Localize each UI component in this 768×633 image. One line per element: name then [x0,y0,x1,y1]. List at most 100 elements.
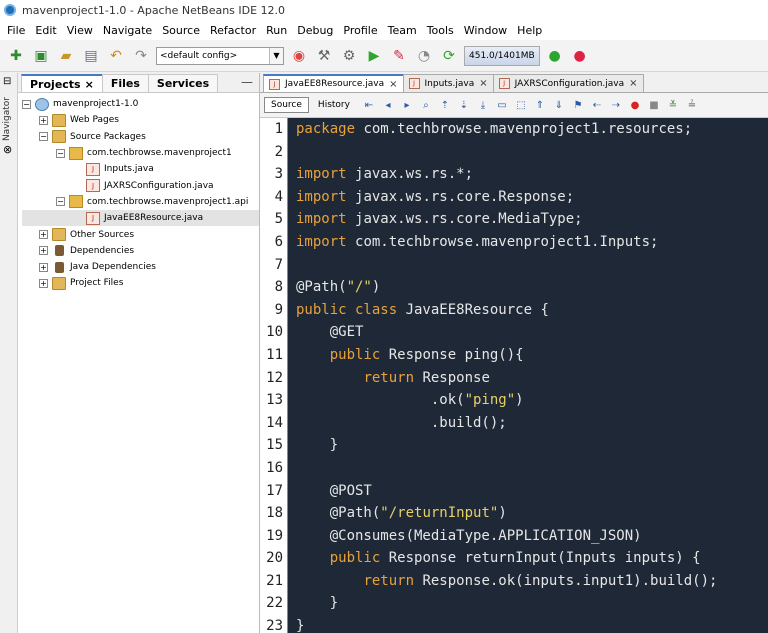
find-icon[interactable]: ⌕ [419,98,433,112]
tree-node[interactable]: + Web Pages [22,112,259,128]
clean-build-icon[interactable]: ⚙ [339,46,359,66]
navigator-label[interactable]: Navigator [2,97,12,141]
collapse-icon[interactable]: − [56,197,65,207]
gc-stop-icon[interactable]: ● [570,46,590,66]
back-icon[interactable]: ◂ [381,98,395,112]
code-line[interactable] [296,141,768,164]
tree-node[interactable]: + Dependencies [22,243,259,259]
code-line[interactable]: public Response returnInput(Inputs input… [296,547,768,570]
save-all-icon[interactable]: ▤ [81,46,101,66]
expand-icon[interactable]: + [39,246,48,256]
profile-icon[interactable]: ◔ [414,46,434,66]
navigator-icon[interactable]: ⊗ [3,143,12,156]
toggle-bookmark-icon[interactable]: ⚑ [571,98,585,112]
config-select[interactable]: <default config> ▼ [156,46,284,65]
code-line[interactable]: @POST [296,480,768,503]
code-line[interactable]: import javax.ws.rs.core.MediaType; [296,208,768,231]
tree-node[interactable]: J Inputs.java [22,161,259,177]
code-text[interactable]: package com.techbrowse.mavenproject1.res… [288,118,768,633]
menu-item-debug[interactable]: Debug [292,24,338,37]
shift-left-icon[interactable]: ⇠ [590,98,604,112]
find-next-icon[interactable]: ⇣ [457,98,471,112]
code-line[interactable]: .ok("ping") [296,389,768,412]
close-icon[interactable]: × [389,79,397,90]
menu-item-file[interactable]: File [2,24,30,37]
code-line[interactable] [296,457,768,480]
menu-item-help[interactable]: Help [512,24,547,37]
tree-node[interactable]: + Other Sources [22,226,259,242]
source-view-button[interactable]: Source [264,97,309,113]
browser-icon[interactable]: ◉ [289,46,309,66]
code-line[interactable]: import com.techbrowse.mavenproject1.Inpu… [296,231,768,254]
start-macro-icon[interactable]: ● [628,98,642,112]
forward-icon[interactable]: ▸ [400,98,414,112]
undo-icon[interactable]: ↶ [106,46,126,66]
tree-node[interactable]: − com.techbrowse.mavenproject1 [22,145,259,161]
next-bookmark-icon[interactable]: ⇓ [552,98,566,112]
comment-icon[interactable]: ≚ [666,98,680,112]
code-line[interactable]: import javax.ws.rs.*; [296,163,768,186]
tree-node[interactable]: − mavenproject1-1.0 [22,96,259,112]
menu-item-refactor[interactable]: Refactor [205,24,261,37]
gc-icon[interactable]: ● [545,46,565,66]
menu-item-profile[interactable]: Profile [338,24,382,37]
tab-files[interactable]: Files [101,74,149,92]
find-selection-icon[interactable]: ⤓ [476,98,490,112]
code-line[interactable]: import javax.ws.rs.core.Response; [296,186,768,209]
open-project-icon[interactable]: ▰ [56,46,76,66]
code-line[interactable]: return Response.ok(inputs.input1).build(… [296,570,768,593]
editor-tab[interactable]: J Inputs.java × [402,74,494,92]
code-line[interactable]: @Path("/returnInput") [296,502,768,525]
code-line[interactable]: @Path("/") [296,276,768,299]
menu-item-view[interactable]: View [62,24,98,37]
code-line[interactable]: package com.techbrowse.mavenproject1.res… [296,118,768,141]
code-line[interactable]: @Consumes(MediaType.APPLICATION_JSON) [296,525,768,548]
menu-item-team[interactable]: Team [383,24,422,37]
close-icon[interactable]: × [629,78,637,89]
code-line[interactable] [296,254,768,277]
tab-projects[interactable]: Projects × [21,74,103,92]
code-line[interactable]: } [296,615,768,633]
menu-item-navigate[interactable]: Navigate [98,24,157,37]
tree-node[interactable]: J JavaEE8Resource.java [22,210,259,227]
apply-code-changes-icon[interactable]: ⟳ [439,46,459,66]
menu-item-tools[interactable]: Tools [422,24,459,37]
editor-tab[interactable]: J JAXRSConfiguration.java × [492,74,644,92]
menu-item-edit[interactable]: Edit [30,24,61,37]
shift-right-icon[interactable]: ⇢ [609,98,623,112]
collapse-icon[interactable]: − [22,99,31,109]
new-file-icon[interactable]: ✚ [6,46,26,66]
tree-node[interactable]: + Project Files [22,275,259,291]
previous-bookmark-icon[interactable]: ⇑ [533,98,547,112]
chevron-down-icon[interactable]: ▼ [269,47,283,64]
code-line[interactable]: } [296,434,768,457]
close-icon[interactable]: × [479,78,487,89]
code-line[interactable]: .build(); [296,412,768,435]
editor-tab[interactable]: J JavaEE8Resource.java × [263,74,404,92]
collapse-icon[interactable]: − [56,148,65,158]
run-icon[interactable]: ▶ [364,46,384,66]
menu-item-source[interactable]: Source [157,24,205,37]
redo-icon[interactable]: ↷ [131,46,151,66]
toggle-highlight-icon[interactable]: ▭ [495,98,509,112]
expand-icon[interactable]: + [39,262,48,272]
uncomment-icon[interactable]: ≟ [685,98,699,112]
menu-item-window[interactable]: Window [459,24,512,37]
find-previous-icon[interactable]: ⇡ [438,98,452,112]
memory-indicator[interactable]: 451.0/1401MB [464,45,540,66]
tree-node[interactable]: + Java Dependencies [22,259,259,275]
expand-icon[interactable]: + [39,230,48,240]
code-line[interactable]: } [296,592,768,615]
panel-menu-icon[interactable]: ⊟ [3,76,11,87]
history-view-button[interactable]: History [311,97,357,113]
tree-node[interactable]: − Source Packages [22,129,259,145]
build-icon[interactable]: ⚒ [314,46,334,66]
expand-icon[interactable]: + [39,278,48,288]
tree-node[interactable]: J JAXRSConfiguration.java [22,177,259,193]
stop-macro-icon[interactable]: ■ [647,98,661,112]
code-line[interactable]: public class JavaEE8Resource { [296,299,768,322]
debug-icon[interactable]: ✎ [389,46,409,66]
expand-icon[interactable]: + [39,115,48,125]
tab-services[interactable]: Services [147,74,219,92]
minimize-icon[interactable]: — [241,75,253,89]
